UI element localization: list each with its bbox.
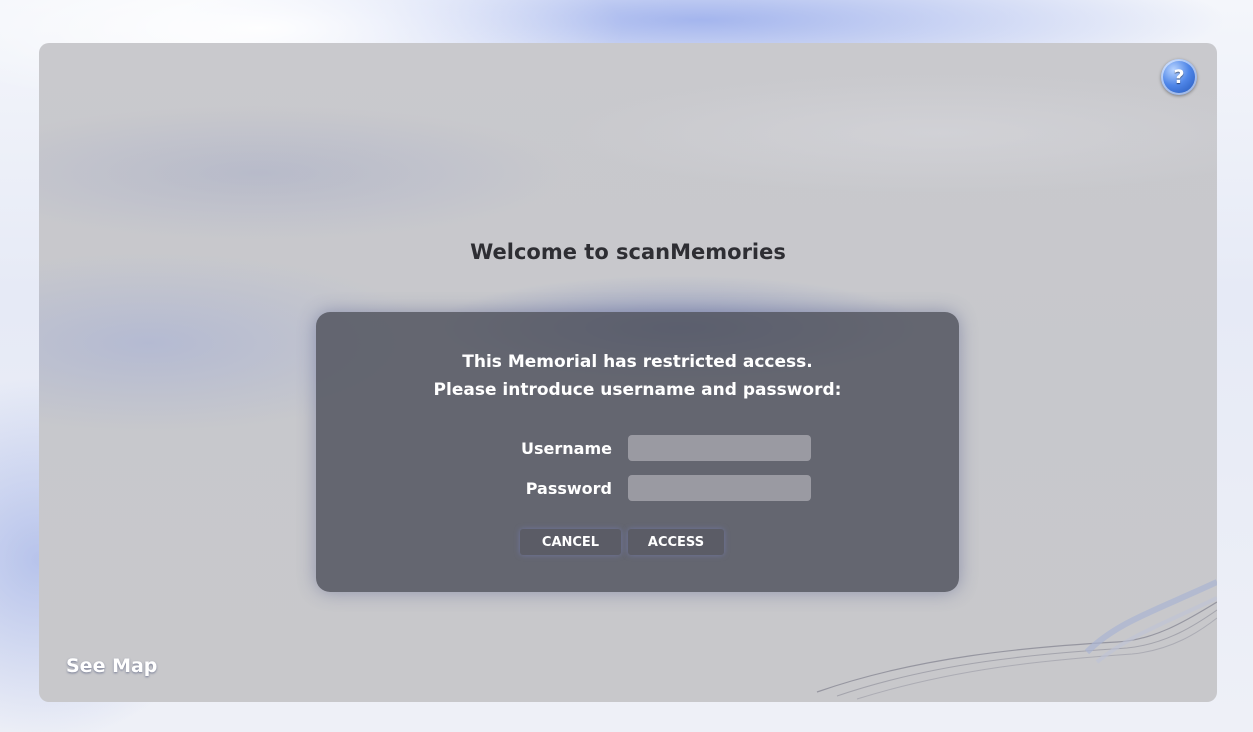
login-dialog: This Memorial has restricted access. Ple… <box>316 312 959 592</box>
main-panel: ? Welcome to scanMemories This Memorial … <box>39 43 1217 702</box>
username-label: Username <box>521 439 612 458</box>
welcome-title: Welcome to scanMemories <box>470 240 786 264</box>
password-field[interactable] <box>628 475 811 501</box>
access-button[interactable]: ACCESS <box>628 529 724 555</box>
username-field[interactable] <box>628 435 811 461</box>
help-icon: ? <box>1173 66 1185 88</box>
dialog-message: This Memorial has restricted access. Ple… <box>316 348 959 404</box>
dialog-message-line1: This Memorial has restricted access. <box>462 352 813 372</box>
see-map-link[interactable]: See Map <box>66 655 157 677</box>
help-button[interactable]: ? <box>1161 59 1197 95</box>
password-label: Password <box>525 479 612 498</box>
dialog-message-line2: Please introduce username and password: <box>433 380 842 400</box>
cancel-button[interactable]: CANCEL <box>520 529 621 555</box>
